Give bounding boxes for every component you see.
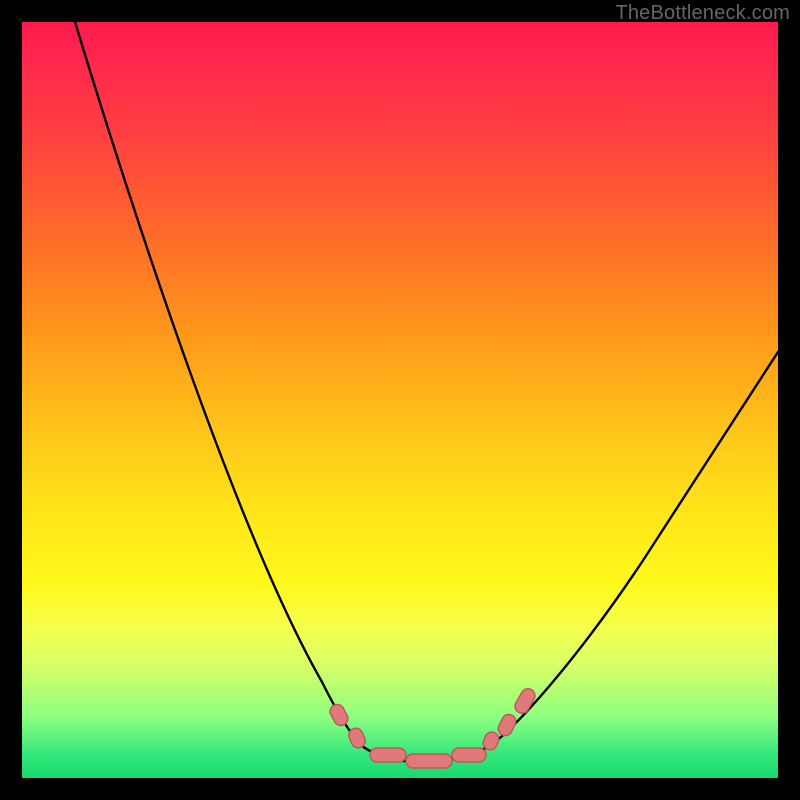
- watermark-label: TheBottleneck.com: [615, 2, 790, 25]
- curve-group: [75, 22, 778, 762]
- chart-svg: [22, 22, 778, 778]
- marker-point: [328, 702, 351, 728]
- marker-point: [406, 754, 452, 768]
- marker-group: [328, 686, 538, 768]
- marker-point: [496, 712, 518, 738]
- marker-point: [370, 748, 406, 762]
- marker-point: [512, 686, 537, 716]
- bottleneck-curve-right: [490, 352, 778, 746]
- marker-point: [452, 748, 486, 762]
- chart-frame: TheBottleneck.com: [0, 0, 800, 800]
- bottleneck-curve-left: [75, 22, 362, 746]
